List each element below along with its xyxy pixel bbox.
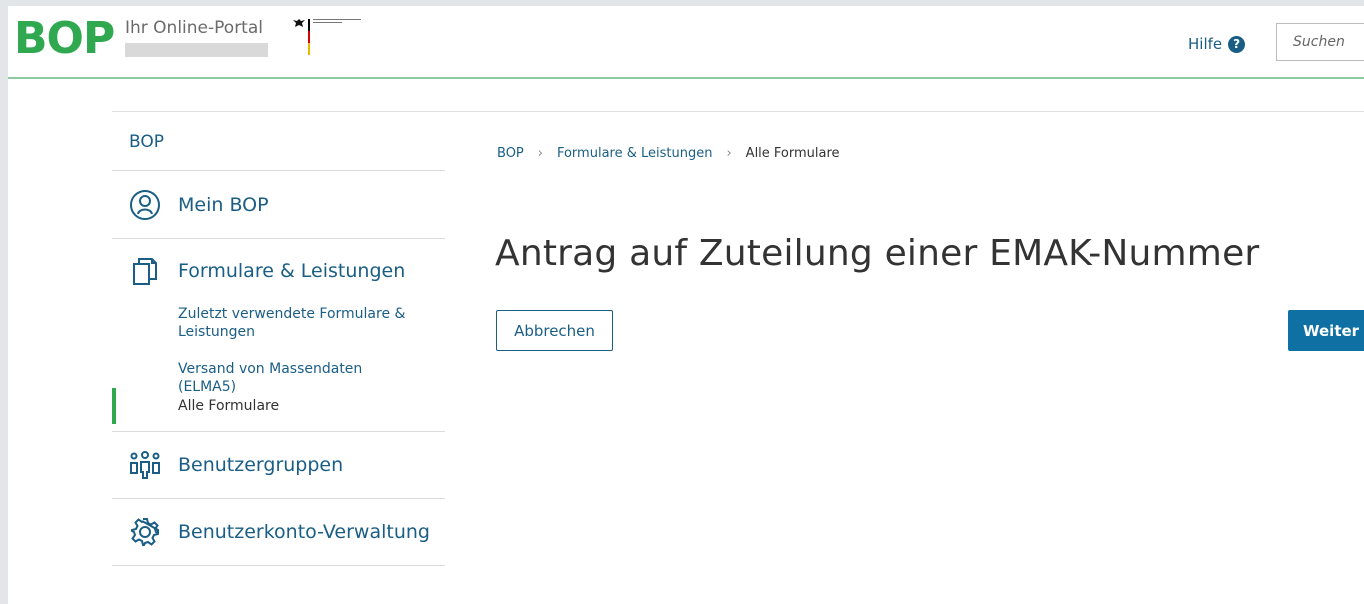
next-button[interactable]: Weiter <box>1288 310 1364 351</box>
window-frame-left <box>0 0 8 604</box>
sidebar-item-label: Formulare & Leistungen <box>178 260 406 282</box>
search-input[interactable] <box>1276 23 1364 61</box>
cancel-button[interactable]: Abbrechen <box>496 310 613 351</box>
active-indicator <box>112 388 116 424</box>
portal-subtitle-redacted <box>125 43 268 57</box>
sidebar-item-mein-bop[interactable]: Mein BOP <box>112 171 445 239</box>
gear-icon <box>129 516 161 548</box>
documents-icon <box>129 255 161 287</box>
sidebar-item-label: Benutzergruppen <box>178 454 344 476</box>
sidebar-item-label: Benutzerkonto-Verwaltung <box>178 521 430 543</box>
breadcrumb-item-bop[interactable]: BOP <box>497 146 524 161</box>
users-group-icon <box>129 449 161 481</box>
breadcrumb: BOP › Formulare & Leistungen › Alle Form… <box>497 146 840 161</box>
subnav-item-label: Alle Formulare <box>178 398 280 414</box>
federal-eagle-icon <box>293 19 305 27</box>
bop-logo[interactable]: BOP <box>14 14 115 64</box>
breadcrumb-item-formulare[interactable]: Formulare & Leistungen <box>557 146 713 161</box>
ministry-logo-text <box>313 19 361 27</box>
subnav-item-recent[interactable]: Zuletzt verwendete Formulare & Leistunge… <box>112 303 445 360</box>
help-link[interactable]: Hilfe ? <box>1188 35 1246 53</box>
sidebar-root-bop[interactable]: BOP <box>112 112 445 171</box>
chevron-right-icon: › <box>726 146 732 161</box>
page-title: Antrag auf Zuteilung einer EMAK-Nummer <box>495 233 1260 274</box>
german-flag-stripe <box>308 19 310 55</box>
portal-title: Ihr Online-Portal <box>125 18 263 38</box>
sidebar-item-benutzergruppen[interactable]: Benutzergruppen <box>112 431 445 499</box>
chevron-right-icon: › <box>537 146 543 161</box>
subnav-item-elma5[interactable]: Versand von Massendaten (ELMA5) <box>112 360 445 397</box>
sidebar-item-benutzerkonto[interactable]: Benutzerkonto-Verwaltung <box>112 499 445 566</box>
sidebar-nav: BOP Mein BOP Formulare & Leistungen Zule… <box>112 112 445 566</box>
sidebar-item-label: Mein BOP <box>178 193 269 216</box>
breadcrumb-item-current: Alle Formulare <box>745 146 840 161</box>
sidebar-subnav: Zuletzt verwendete Formulare & Leistunge… <box>112 303 445 431</box>
user-circle-icon <box>129 189 161 221</box>
subnav-item-all-forms[interactable]: Alle Formulare <box>112 388 445 424</box>
question-circle-icon: ? <box>1228 35 1246 53</box>
sidebar-item-formulare[interactable]: Formulare & Leistungen <box>112 239 445 303</box>
site-header: BOP Ihr Online-Portal Hilfe ? <box>8 6 1364 79</box>
help-label: Hilfe <box>1188 35 1223 53</box>
